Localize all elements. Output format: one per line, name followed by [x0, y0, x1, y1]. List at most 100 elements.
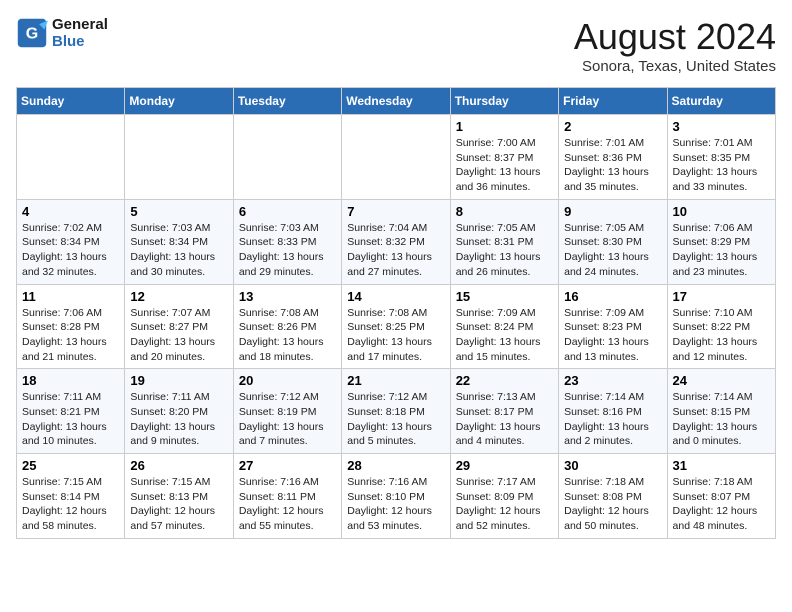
day-info: Sunrise: 7:04 AM Sunset: 8:32 PM Dayligh…: [347, 221, 444, 280]
weekday-header-monday: Monday: [125, 88, 233, 115]
day-info: Sunrise: 7:07 AM Sunset: 8:27 PM Dayligh…: [130, 306, 227, 365]
calendar-cell: 30 Sunrise: 7:18 AM Sunset: 8:08 PM Dayli…: [559, 454, 667, 539]
calendar-cell: 23Sunrise: 7:14 AM Sunset: 8:16 PM Dayli…: [559, 369, 667, 454]
logo-text: General Blue: [52, 16, 108, 50]
calendar-cell: 16Sunrise: 7:09 AM Sunset: 8:23 PM Dayli…: [559, 284, 667, 369]
calendar-cell: 26 Sunrise: 7:15 AM Sunset: 8:13 PM Dayli…: [125, 454, 233, 539]
calendar-cell: 21 Sunrise: 7:12 AM Sunset: 8:18 PM Dayli…: [342, 369, 450, 454]
day-info: Sunrise: 7:15 AM Sunset: 8:14 PM Dayligh…: [22, 475, 119, 534]
day-info: Sunrise: 7:06 AM Sunset: 8:29 PM Dayligh…: [673, 221, 770, 280]
calendar-title-block: August 2024 Sonora, Texas, United States: [574, 16, 776, 75]
calendar-cell: 12 Sunrise: 7:07 AM Sunset: 8:27 PM Dayli…: [125, 284, 233, 369]
day-info: Sunrise: 7:16 AM Sunset: 8:10 PM Dayligh…: [347, 475, 444, 534]
day-info: Sunrise: 7:11 AM Sunset: 8:21 PM Dayligh…: [22, 390, 119, 449]
day-number: 12: [130, 289, 227, 304]
day-info: Sunrise: 7:00 AM Sunset: 8:37 PM Dayligh…: [456, 136, 553, 195]
day-number: 20: [239, 373, 336, 388]
day-number: 21: [347, 373, 444, 388]
day-info: Sunrise: 7:12 AM Sunset: 8:18 PM Dayligh…: [347, 390, 444, 449]
calendar-cell: 2 Sunrise: 7:01 AM Sunset: 8:36 PM Daylig…: [559, 115, 667, 200]
day-number: 27: [239, 458, 336, 473]
day-number: 2: [564, 119, 661, 134]
day-number: 23: [564, 373, 661, 388]
calendar-cell: 7 Sunrise: 7:04 AM Sunset: 8:32 PM Daylig…: [342, 199, 450, 284]
calendar-body: 1 Sunrise: 7:00 AM Sunset: 8:37 PM Daylig…: [17, 115, 776, 539]
day-number: 14: [347, 289, 444, 304]
day-number: 18: [22, 373, 119, 388]
calendar-cell: 24Sunrise: 7:14 AM Sunset: 8:15 PM Dayli…: [667, 369, 775, 454]
day-info: Sunrise: 7:09 AM Sunset: 8:24 PM Dayligh…: [456, 306, 553, 365]
calendar-cell: [233, 115, 341, 200]
day-number: 31: [673, 458, 770, 473]
weekday-header-thursday: Thursday: [450, 88, 558, 115]
calendar-week-row: 18 Sunrise: 7:11 AM Sunset: 8:21 PM Dayli…: [17, 369, 776, 454]
weekday-header-saturday: Saturday: [667, 88, 775, 115]
calendar-cell: 13 Sunrise: 7:08 AM Sunset: 8:26 PM Dayli…: [233, 284, 341, 369]
calendar-cell: 28 Sunrise: 7:16 AM Sunset: 8:10 PM Dayli…: [342, 454, 450, 539]
day-number: 26: [130, 458, 227, 473]
day-number: 13: [239, 289, 336, 304]
day-number: 25: [22, 458, 119, 473]
day-number: 1: [456, 119, 553, 134]
calendar-cell: 17 Sunrise: 7:10 AM Sunset: 8:22 PM Dayli…: [667, 284, 775, 369]
day-info: Sunrise: 7:13 AM Sunset: 8:17 PM Dayligh…: [456, 390, 553, 449]
calendar-cell: 15Sunrise: 7:09 AM Sunset: 8:24 PM Dayli…: [450, 284, 558, 369]
day-number: 30: [564, 458, 661, 473]
day-number: 16: [564, 289, 661, 304]
logo-icon: G: [16, 17, 48, 49]
weekday-header-tuesday: Tuesday: [233, 88, 341, 115]
calendar-cell: [125, 115, 233, 200]
calendar-cell: 19 Sunrise: 7:11 AM Sunset: 8:20 PM Dayli…: [125, 369, 233, 454]
calendar-cell: 22 Sunrise: 7:13 AM Sunset: 8:17 PM Dayli…: [450, 369, 558, 454]
calendar-cell: 10 Sunrise: 7:06 AM Sunset: 8:29 PM Dayli…: [667, 199, 775, 284]
calendar-cell: 3 Sunrise: 7:01 AM Sunset: 8:35 PM Daylig…: [667, 115, 775, 200]
calendar-cell: 31 Sunrise: 7:18 AM Sunset: 8:07 PM Dayli…: [667, 454, 775, 539]
calendar-cell: 9Sunrise: 7:05 AM Sunset: 8:30 PM Daylig…: [559, 199, 667, 284]
day-number: 8: [456, 204, 553, 219]
day-number: 11: [22, 289, 119, 304]
day-info: Sunrise: 7:08 AM Sunset: 8:26 PM Dayligh…: [239, 306, 336, 365]
day-info: Sunrise: 7:05 AM Sunset: 8:31 PM Dayligh…: [456, 221, 553, 280]
day-info: Sunrise: 7:15 AM Sunset: 8:13 PM Dayligh…: [130, 475, 227, 534]
day-number: 22: [456, 373, 553, 388]
calendar-cell: [17, 115, 125, 200]
calendar-cell: 5Sunrise: 7:03 AM Sunset: 8:34 PM Daylig…: [125, 199, 233, 284]
calendar-week-row: 1 Sunrise: 7:00 AM Sunset: 8:37 PM Daylig…: [17, 115, 776, 200]
day-number: 4: [22, 204, 119, 219]
calendar-cell: 11Sunrise: 7:06 AM Sunset: 8:28 PM Dayli…: [17, 284, 125, 369]
day-info: Sunrise: 7:18 AM Sunset: 8:07 PM Dayligh…: [673, 475, 770, 534]
day-number: 10: [673, 204, 770, 219]
day-info: Sunrise: 7:01 AM Sunset: 8:36 PM Dayligh…: [564, 136, 661, 195]
calendar-cell: 6Sunrise: 7:03 AM Sunset: 8:33 PM Daylig…: [233, 199, 341, 284]
calendar-cell: 20Sunrise: 7:12 AM Sunset: 8:19 PM Dayli…: [233, 369, 341, 454]
day-number: 3: [673, 119, 770, 134]
day-number: 17: [673, 289, 770, 304]
day-number: 7: [347, 204, 444, 219]
day-number: 28: [347, 458, 444, 473]
day-info: Sunrise: 7:01 AM Sunset: 8:35 PM Dayligh…: [673, 136, 770, 195]
day-info: Sunrise: 7:18 AM Sunset: 8:08 PM Dayligh…: [564, 475, 661, 534]
calendar-week-row: 11Sunrise: 7:06 AM Sunset: 8:28 PM Dayli…: [17, 284, 776, 369]
calendar-cell: 14 Sunrise: 7:08 AM Sunset: 8:25 PM Dayli…: [342, 284, 450, 369]
day-info: Sunrise: 7:02 AM Sunset: 8:34 PM Dayligh…: [22, 221, 119, 280]
weekday-header-wednesday: Wednesday: [342, 88, 450, 115]
weekday-header-sunday: Sunday: [17, 88, 125, 115]
calendar-cell: [342, 115, 450, 200]
day-info: Sunrise: 7:03 AM Sunset: 8:33 PM Dayligh…: [239, 221, 336, 280]
day-info: Sunrise: 7:08 AM Sunset: 8:25 PM Dayligh…: [347, 306, 444, 365]
calendar-cell: 25 Sunrise: 7:15 AM Sunset: 8:14 PM Dayli…: [17, 454, 125, 539]
day-info: Sunrise: 7:05 AM Sunset: 8:30 PM Dayligh…: [564, 221, 661, 280]
logo: G General Blue: [16, 16, 108, 50]
calendar-title: August 2024: [574, 16, 776, 58]
day-number: 19: [130, 373, 227, 388]
calendar-week-row: 4 Sunrise: 7:02 AM Sunset: 8:34 PM Daylig…: [17, 199, 776, 284]
day-info: Sunrise: 7:10 AM Sunset: 8:22 PM Dayligh…: [673, 306, 770, 365]
calendar-cell: 29Sunrise: 7:17 AM Sunset: 8:09 PM Dayli…: [450, 454, 558, 539]
day-info: Sunrise: 7:11 AM Sunset: 8:20 PM Dayligh…: [130, 390, 227, 449]
calendar-header-row: SundayMondayTuesdayWednesdayThursdayFrid…: [17, 88, 776, 115]
day-info: Sunrise: 7:14 AM Sunset: 8:15 PM Dayligh…: [673, 390, 770, 449]
calendar-cell: 18 Sunrise: 7:11 AM Sunset: 8:21 PM Dayli…: [17, 369, 125, 454]
day-info: Sunrise: 7:03 AM Sunset: 8:34 PM Dayligh…: [130, 221, 227, 280]
day-info: Sunrise: 7:16 AM Sunset: 8:11 PM Dayligh…: [239, 475, 336, 534]
weekday-header-friday: Friday: [559, 88, 667, 115]
